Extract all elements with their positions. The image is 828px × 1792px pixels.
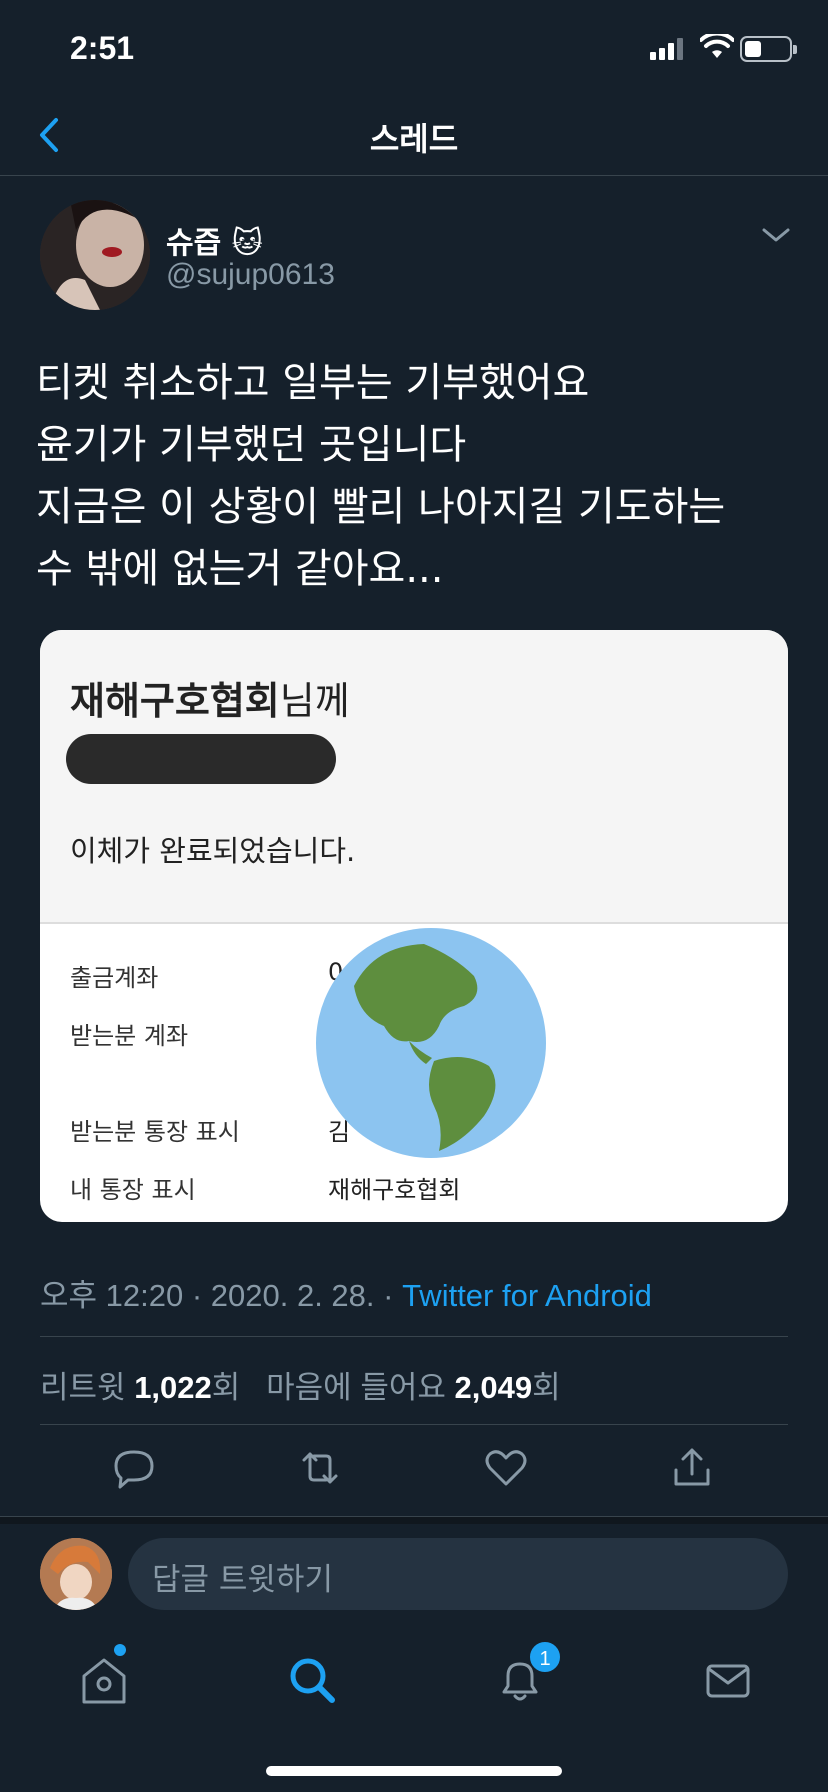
- recipient-suffix: 님께: [279, 679, 350, 723]
- page-title: 스레드: [369, 120, 459, 158]
- battery-icon: [740, 36, 797, 62]
- messages-envelope-icon[interactable]: [698, 1650, 758, 1710]
- my-avatar[interactable]: [40, 1538, 112, 1610]
- receipt-recipient: 재해구호협회님께: [70, 670, 350, 725]
- globe-emoji-icon: [316, 928, 546, 1158]
- receipt-row-label: 출금계좌: [70, 964, 159, 992]
- redacted-amount: [66, 734, 336, 784]
- recipient-name: 재해구호협회: [70, 679, 280, 723]
- likes-count[interactable]: 2,049: [455, 1370, 533, 1405]
- transfer-complete-message: 이체가 완료되었습니다.: [70, 834, 356, 868]
- retweets-unit: 회: [211, 1370, 241, 1405]
- divider: [40, 1336, 788, 1337]
- receipt-row-label: 내 통장 표시: [70, 1176, 196, 1204]
- wifi-icon: [700, 34, 734, 58]
- tweet-image-card[interactable]: 재해구호협회님께 이체가 완료되었습니다. 출금계좌 0 받는분 계좌 받는분 …: [40, 630, 788, 1222]
- reply-icon[interactable]: [106, 1440, 162, 1496]
- retweets-count[interactable]: 1,022: [134, 1370, 212, 1405]
- divider: [40, 1424, 788, 1425]
- receipt-header: 재해구호협회님께 이체가 완료되었습니다.: [40, 630, 788, 924]
- status-bar: 2:51: [0, 0, 828, 100]
- chevron-down-icon[interactable]: [760, 224, 792, 246]
- nav-bar: 스레드: [0, 100, 828, 176]
- author-avatar[interactable]: [40, 200, 150, 310]
- author-name[interactable]: 슈즙 🐱: [166, 218, 263, 262]
- retweets-label[interactable]: 리트윗: [40, 1370, 126, 1405]
- likes-label[interactable]: 마음에 들어요: [266, 1370, 446, 1405]
- section-divider: [0, 1516, 828, 1524]
- retweet-icon[interactable]: [292, 1440, 348, 1496]
- like-heart-icon[interactable]: [478, 1440, 534, 1496]
- tweet-timestamp: 오후 12:20 · 2020. 2. 28. · Twitter for An…: [40, 1270, 652, 1315]
- receipt-row-label: 받는분 계좌: [70, 1022, 189, 1050]
- share-icon[interactable]: [664, 1440, 720, 1496]
- reply-placeholder: 답글 트윗하기: [152, 1562, 333, 1598]
- home-indicator: [266, 1766, 562, 1776]
- author-handle[interactable]: @sujup0613: [166, 258, 335, 292]
- likes-unit: 회: [532, 1370, 561, 1405]
- timestamp-text: 오후 12:20 · 2020. 2. 28. ·: [40, 1278, 403, 1313]
- cat-emoji-icon: 🐱: [231, 226, 263, 261]
- tweet-source-link[interactable]: Twitter for Android: [402, 1278, 652, 1313]
- home-new-dot: [114, 1644, 126, 1656]
- receipt-row-value: 재해구호협회: [328, 1176, 461, 1204]
- cellular-signal-icon: [650, 38, 683, 60]
- receipt-row-label: 받는분 통장 표시: [70, 1118, 240, 1146]
- search-icon[interactable]: [282, 1650, 342, 1710]
- home-icon[interactable]: [74, 1650, 134, 1710]
- reply-input[interactable]: 답글 트윗하기: [128, 1538, 788, 1610]
- author-display-name: 슈즙: [166, 226, 222, 261]
- tweet-stats: 리트윗 1,022회 마음에 들어요 2,049회: [40, 1362, 561, 1407]
- tweet-text: 티켓 취소하고 일부는 기부했어요 윤기가 기부했던 곳입니다 지금은 이 상황…: [36, 360, 726, 592]
- notifications-badge: 1: [528, 1640, 562, 1674]
- status-time: 2:51: [70, 30, 135, 66]
